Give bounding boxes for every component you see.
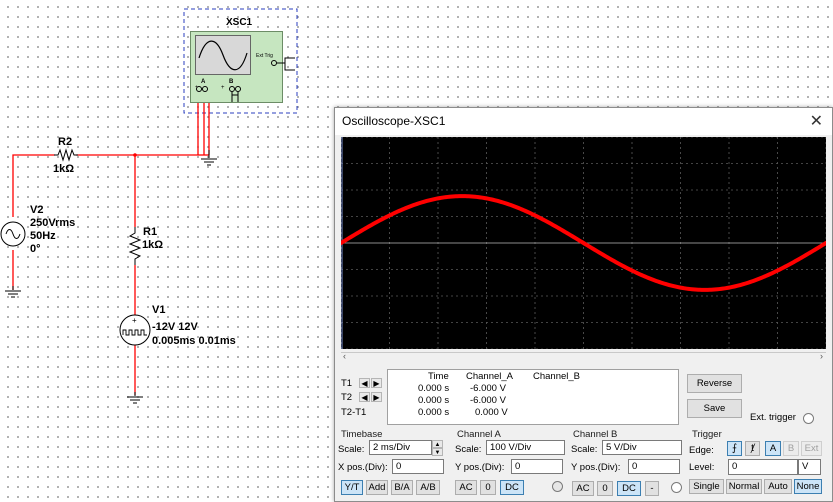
readout-header-channel-b: Channel_B	[533, 371, 581, 382]
readout-t2-time: 0.000 s	[418, 395, 450, 406]
pulse-source-v1-icon: +	[119, 314, 151, 346]
trigger-source-b-button[interactable]: B	[783, 441, 799, 456]
trigger-source-ext-button[interactable]: Ext	[801, 441, 822, 456]
xsc1-label: XSC1	[226, 17, 253, 28]
trigger-normal-button[interactable]: Normal	[726, 479, 762, 494]
close-icon[interactable]: ✕	[810, 111, 823, 131]
readout-diff-ch-a: 0.000 V	[475, 407, 508, 418]
red-wires	[12, 94, 210, 395]
resistor-r1-icon	[128, 227, 142, 265]
t1-label: T1	[341, 378, 353, 389]
channel-a-ypos-field[interactable]: 0	[511, 459, 563, 474]
timebase-xpos-label: X pos.(Div):	[338, 462, 388, 473]
trigger-edge-label: Edge:	[689, 445, 714, 456]
trigger-level-label: Level:	[689, 462, 715, 473]
channel-b-ac-button[interactable]: AC	[572, 481, 594, 496]
readout-t1-time: 0.000 s	[418, 383, 450, 394]
reverse-button[interactable]: Reverse	[687, 374, 742, 393]
channel-b-scale-label: Scale:	[571, 444, 598, 455]
mode-ba-button[interactable]: B/A	[391, 480, 413, 495]
channel-b-ypos-field[interactable]: 0	[628, 459, 680, 474]
channel-b-title: Channel B	[573, 429, 618, 440]
cursor-readout: Time Channel_A Channel_B 0.000 s -6.000 …	[387, 369, 679, 425]
trigger-source-a-button[interactable]: A	[765, 441, 781, 456]
readout-header-time: Time	[428, 371, 449, 382]
trigger-level-unit[interactable]: V	[798, 459, 821, 475]
falling-edge-icon[interactable]: ⱦ	[745, 441, 760, 456]
t2-t1-label: T2-T1	[341, 407, 367, 418]
channel-a-scale-label: Scale:	[455, 444, 482, 455]
ext-trigger-label: Ext. trigger	[750, 412, 796, 423]
timebase-scale-field[interactable]: 2 ms/Div	[369, 440, 432, 455]
channel-b-scale-field[interactable]: 5 V/Div	[602, 440, 682, 455]
ground-v1-icon	[127, 392, 143, 404]
readout-t2-ch-a: -6.000 V	[470, 395, 506, 406]
mode-ab-button[interactable]: A/B	[416, 480, 440, 495]
scroll-left-icon[interactable]: ‹	[343, 351, 346, 361]
channel-b-minus-button[interactable]: -	[645, 481, 659, 496]
rising-edge-icon[interactable]: ⨍	[727, 441, 742, 456]
ground-v2-icon	[5, 286, 21, 298]
channel-a-zero-button[interactable]: 0	[480, 480, 496, 495]
r1-value: 1kΩ	[142, 239, 164, 251]
v1-timing: 0.005ms 0.01ms	[152, 335, 236, 347]
mode-add-button[interactable]: Add	[366, 480, 388, 495]
channel-b-ypos-label: Y pos.(Div):	[571, 462, 621, 473]
t2-right-arrow-icon[interactable]: ▶	[371, 392, 382, 402]
oscilloscope-window: Oscilloscope-XSC1 ✕ ‹ › T1 T2 T2-T1 ◀ ▶ …	[334, 107, 833, 502]
channel-a-radio[interactable]	[552, 481, 563, 492]
scroll-right-icon[interactable]: ›	[820, 351, 823, 361]
trigger-auto-button[interactable]: Auto	[764, 479, 792, 494]
readout-diff-time: 0.000 s	[418, 407, 450, 418]
v2-freq: 50Hz	[30, 230, 56, 242]
channel-a-title: Channel A	[457, 429, 501, 440]
channel-b-radio[interactable]	[671, 482, 682, 493]
timebase-up-icon[interactable]: ▲	[432, 440, 443, 448]
readout-header-channel-a: Channel_A	[466, 371, 514, 382]
trigger-level-field[interactable]: 0	[728, 459, 798, 475]
timebase-scale-label: Scale:	[338, 444, 365, 455]
v2-name: V2	[30, 204, 44, 216]
t1-left-arrow-icon[interactable]: ◀	[359, 378, 370, 388]
channel-b-zero-button[interactable]: 0	[597, 481, 613, 496]
xsc1-terminals	[196, 57, 295, 102]
t2-label: T2	[341, 392, 353, 403]
channel-a-ypos-label: Y pos.(Div):	[455, 462, 505, 473]
mode-yt-button[interactable]: Y/T	[341, 480, 363, 495]
r2-name: R2	[58, 136, 73, 148]
trigger-none-button[interactable]: None	[794, 479, 822, 494]
ground-icon	[201, 150, 217, 166]
readout-t1-ch-a: -6.000 V	[470, 383, 506, 394]
channel-a-dc-button[interactable]: DC	[500, 480, 524, 495]
scope-plot	[339, 136, 828, 350]
trigger-single-button[interactable]: Single	[689, 479, 724, 494]
scope-screen	[339, 136, 828, 350]
window-title: Oscilloscope-XSC1	[342, 114, 446, 128]
trigger-title: Trigger	[692, 429, 722, 440]
channel-a-scale-field[interactable]: 100 V/Div	[486, 440, 565, 455]
timebase-xpos-field[interactable]: 0	[392, 459, 444, 474]
channel-b-dc-button[interactable]: DC	[617, 481, 641, 496]
title-bar[interactable]: Oscilloscope-XSC1 ✕	[335, 108, 832, 135]
v2-phase: 0°	[30, 243, 41, 255]
v1-name: V1	[152, 304, 166, 316]
v1-levels: -12V 12V	[152, 321, 198, 333]
r2-value: 1kΩ	[53, 163, 75, 175]
t2-left-arrow-icon[interactable]: ◀	[359, 392, 370, 402]
ac-source-v2-icon	[0, 221, 26, 247]
svg-text:+: +	[132, 316, 137, 325]
horizontal-scrollbar[interactable]: ‹ ›	[341, 351, 826, 364]
save-button[interactable]: Save	[687, 399, 742, 418]
ext-trigger-radio[interactable]	[803, 413, 814, 424]
v2-rms: 250Vrms	[30, 217, 76, 229]
timebase-title: Timebase	[341, 429, 383, 440]
channel-a-ac-button[interactable]: AC	[455, 480, 477, 495]
t1-right-arrow-icon[interactable]: ▶	[371, 378, 382, 388]
timebase-down-icon[interactable]: ▼	[432, 448, 443, 456]
r1-name: R1	[143, 226, 158, 238]
resistor-r2-icon	[54, 148, 78, 162]
